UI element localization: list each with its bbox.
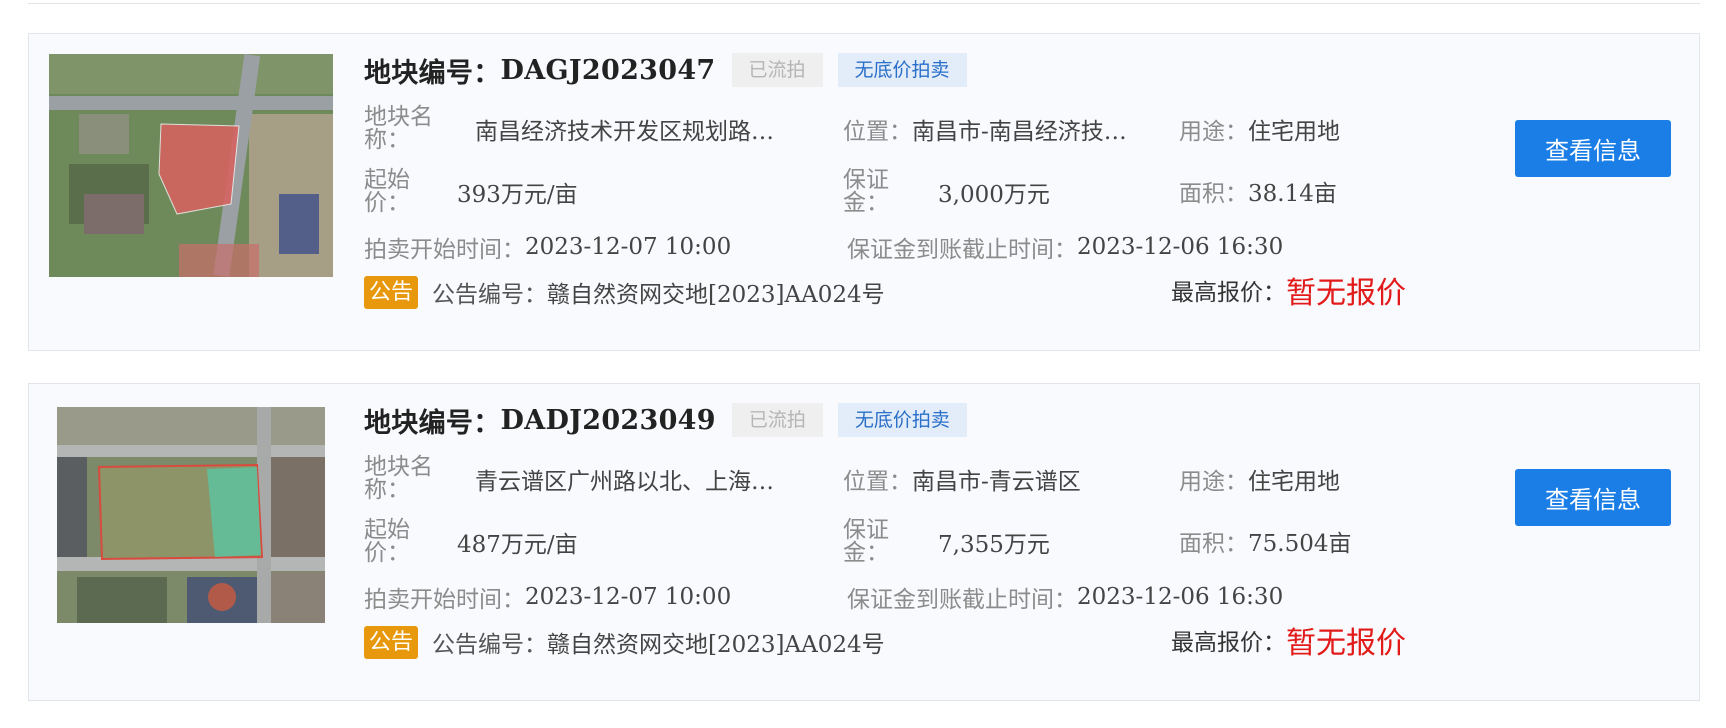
start-price-value: 393万元/亩 — [457, 182, 578, 208]
parcel-name-value: 青云谱区广州路以北、上海路… — [475, 469, 775, 495]
parcel-title-row: 地块编号： DAGJ2023047 已流拍 无底价拍卖 — [364, 50, 967, 90]
notice-label: 公告编号： — [432, 632, 548, 658]
start-price-label: 起始价： — [364, 167, 410, 216]
highest-bid-label: 最高报价： — [1171, 280, 1286, 306]
location-value: 南昌市-青云谱区 — [912, 469, 1081, 495]
land-listing-card: 地块编号： DAGJ2023047 已流拍 无底价拍卖 地块名称： 南昌经济技术… — [28, 33, 1700, 351]
deposit-label: 保证金： — [843, 167, 889, 216]
land-use-value: 住宅用地 — [1248, 119, 1340, 145]
auction-type-tag: 无底价拍卖 — [837, 403, 967, 437]
parcel-number: DADJ2023049 — [500, 404, 716, 436]
auction-type-tag: 无底价拍卖 — [837, 53, 967, 87]
status-tag: 已流拍 — [731, 403, 823, 437]
deposit-deadline-value: 2023-12-06 16:30 — [1077, 234, 1284, 260]
area-value: 38.14亩 — [1248, 181, 1337, 207]
deposit-deadline-label: 保证金到账截止时间： — [847, 237, 1077, 263]
auction-start-label: 拍卖开始时间： — [364, 587, 525, 613]
parcel-number-label: 地块编号： — [364, 57, 501, 89]
deposit-deadline-field: 保证金到账截止时间： 2023-12-06 16:30 — [847, 580, 1283, 614]
start-price-field: 起始价： 487万元/亩 — [364, 519, 578, 565]
parcel-name-field: 地块名称： 青云谱区广州路以北、上海路… — [364, 456, 775, 502]
highest-bid-label: 最高报价： — [1171, 630, 1286, 656]
land-use-value: 住宅用地 — [1248, 469, 1340, 495]
deposit-deadline-field: 保证金到账截止时间： 2023-12-06 16:30 — [847, 230, 1283, 264]
area-label: 面积： — [1179, 531, 1248, 557]
land-use-label: 用途： — [1179, 469, 1248, 495]
notice-value: 赣自然资网交地[2023]AA024号 — [547, 282, 885, 308]
highest-bid-field: 最高报价： 暂无报价 — [1171, 620, 1406, 661]
view-info-button[interactable]: 查看信息 — [1515, 469, 1671, 526]
status-tag: 已流拍 — [731, 53, 823, 87]
area-value: 75.504亩 — [1248, 531, 1352, 557]
land-use-field: 用途： 住宅用地 — [1179, 462, 1340, 496]
deposit-label: 保证金： — [843, 517, 889, 566]
location-label: 位置： — [843, 469, 912, 495]
view-info-button[interactable]: 查看信息 — [1515, 120, 1671, 177]
auction-start-field: 拍卖开始时间： 2023-12-07 10:00 — [364, 580, 731, 614]
start-price-field: 起始价： 393万元/亩 — [364, 169, 578, 215]
parcel-number-label: 地块编号： — [364, 407, 501, 439]
notice-value: 赣自然资网交地[2023]AA024号 — [547, 632, 885, 658]
deposit-deadline-label: 保证金到账截止时间： — [847, 587, 1077, 613]
deposit-value: 3,000万元 — [938, 182, 1050, 208]
parcel-name-label: 地块名称： — [364, 454, 433, 503]
auction-start-value: 2023-12-07 10:00 — [525, 234, 732, 260]
parcel-name-value: 南昌经济技术开发区规划路以… — [475, 119, 775, 145]
land-listing-card: 地块编号： DADJ2023049 已流拍 无底价拍卖 地块名称： 青云谱区广州… — [28, 383, 1700, 701]
location-field: 位置： 南昌市-南昌经济技… — [843, 112, 1132, 146]
deposit-field: 保证金： 3,000万元 — [843, 169, 1050, 215]
auction-start-value: 2023-12-07 10:00 — [525, 584, 732, 610]
notice-label: 公告编号： — [432, 282, 548, 308]
highest-bid-value: 暂无报价 — [1286, 276, 1406, 311]
deposit-value: 7,355万元 — [938, 532, 1050, 558]
parcel-name-field: 地块名称： 南昌经济技术开发区规划路以… — [364, 106, 775, 152]
auction-start-field: 拍卖开始时间： 2023-12-07 10:00 — [364, 230, 731, 264]
deposit-deadline-value: 2023-12-06 16:30 — [1077, 584, 1284, 610]
highest-bid-field: 最高报价： 暂无报价 — [1171, 270, 1406, 311]
parcel-number: DAGJ2023047 — [500, 54, 716, 86]
notice-field: 公告 公告编号： 赣自然资网交地[2023]AA024号 — [364, 622, 885, 662]
area-field: 面积： 75.504亩 — [1179, 524, 1351, 558]
area-label: 面积： — [1179, 181, 1248, 207]
notice-field: 公告 公告编号： 赣自然资网交地[2023]AA024号 — [364, 272, 885, 312]
start-price-label: 起始价： — [364, 517, 410, 566]
area-field: 面积： 38.14亩 — [1179, 174, 1337, 208]
notice-badge: 公告 — [364, 275, 419, 309]
deposit-field: 保证金： 7,355万元 — [843, 519, 1050, 565]
notice-badge: 公告 — [364, 625, 419, 659]
land-use-field: 用途： 住宅用地 — [1179, 112, 1340, 146]
location-field: 位置： 南昌市-青云谱区 — [843, 462, 1132, 496]
parcel-name-label: 地块名称： — [364, 104, 433, 153]
land-use-label: 用途： — [1179, 119, 1248, 145]
location-label: 位置： — [843, 119, 912, 145]
parcel-title-row: 地块编号： DADJ2023049 已流拍 无底价拍卖 — [364, 400, 967, 440]
auction-start-label: 拍卖开始时间： — [364, 237, 525, 263]
parcel-satellite-image[interactable] — [57, 407, 325, 623]
start-price-value: 487万元/亩 — [457, 532, 578, 558]
divider-line — [28, 3, 1700, 4]
highest-bid-value: 暂无报价 — [1286, 626, 1406, 661]
location-value: 南昌市-南昌经济技… — [912, 119, 1127, 145]
parcel-satellite-image[interactable] — [49, 54, 333, 277]
